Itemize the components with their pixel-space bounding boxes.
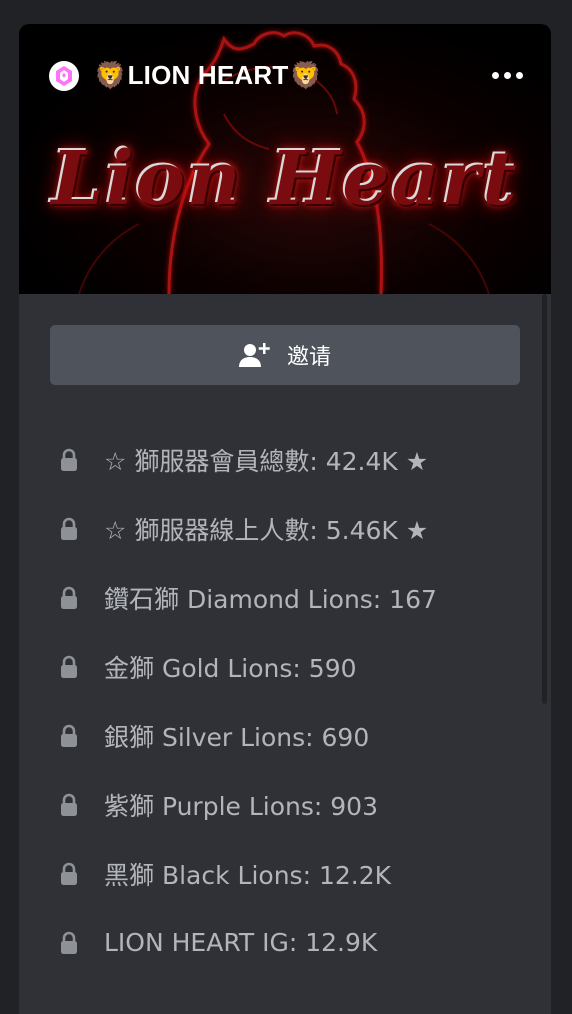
channel-item-black-lions[interactable]: 黑獅 Black Lions: 12.2K [50, 839, 520, 908]
server-header[interactable]: 🦁 LION HEART 🦁 [49, 60, 527, 91]
channel-name: ☆ 獅服器線上人數: 5.46K ★ [104, 515, 429, 545]
channel-name: ☆ 獅服器會員總數: 42.4K ★ [104, 446, 429, 476]
channel-item-purple-lions[interactable]: 紫獅 Purple Lions: 903 [50, 770, 520, 839]
lock-icon [61, 517, 77, 540]
channel-list: ☆ 獅服器會員總數: 42.4K ★ ☆ 獅服器線上人數: 5.46K ★ 鑽石… [50, 425, 520, 977]
channel-item-diamond-lions[interactable]: 鑽石獅 Diamond Lions: 167 [50, 563, 520, 632]
scrollbar[interactable] [542, 294, 547, 704]
lock-icon [61, 655, 77, 678]
channel-name: 黑獅 Black Lions: 12.2K [104, 860, 391, 890]
server-name-text: LION HEART [127, 60, 289, 90]
channel-item-lion-heart-ig[interactable]: LION HEART IG: 12.9K [50, 908, 520, 977]
channel-name: LION HEART IG: 12.9K [104, 928, 378, 957]
lock-icon [61, 448, 77, 471]
channel-item-member-count[interactable]: ☆ 獅服器會員總數: 42.4K ★ [50, 425, 520, 494]
channel-item-online-count[interactable]: ☆ 獅服器線上人數: 5.46K ★ [50, 494, 520, 563]
channel-scroll-area[interactable]: 邀请 ☆ 獅服器會員總數: 42.4K ★ ☆ 獅服器線上人數: 5.46K ★ [19, 294, 551, 977]
lock-icon [61, 724, 77, 747]
server-name[interactable]: 🦁 LION HEART 🦁 [93, 60, 323, 91]
server-banner[interactable]: 🦁 LION HEART 🦁 Lion Heart [19, 24, 551, 294]
banner-title: Lion Heart [51, 136, 519, 222]
channel-name: 金獅 Gold Lions: 590 [104, 653, 357, 683]
add-person-icon [238, 343, 270, 367]
channel-item-silver-lions[interactable]: 銀獅 Silver Lions: 690 [50, 701, 520, 770]
lock-icon [61, 862, 77, 885]
invite-button[interactable]: 邀请 [50, 325, 520, 385]
lion-emoji-icon: 🦁 [289, 60, 323, 90]
more-icon[interactable] [488, 66, 527, 85]
lock-icon [61, 586, 77, 609]
channel-name: 紫獅 Purple Lions: 903 [104, 791, 378, 821]
channel-name: 銀獅 Silver Lions: 690 [104, 722, 370, 752]
channel-item-gold-lions[interactable]: 金獅 Gold Lions: 590 [50, 632, 520, 701]
lock-icon [61, 931, 77, 954]
lock-icon [61, 793, 77, 816]
invite-label: 邀请 [286, 345, 331, 370]
server-sidebar: 🦁 LION HEART 🦁 Lion Heart 邀请 ☆ 獅服器會員總數: … [19, 24, 551, 1014]
boost-gem-icon[interactable] [49, 60, 79, 91]
channel-name: 鑽石獅 Diamond Lions: 167 [104, 584, 437, 614]
lion-emoji-icon: 🦁 [94, 60, 127, 90]
